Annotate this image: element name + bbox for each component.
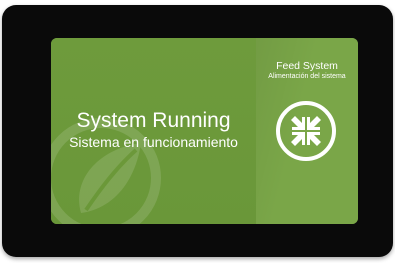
collapse-arrows-icon xyxy=(276,101,336,161)
hmi-screen: System Running Sistema en funcionamiento… xyxy=(51,38,358,224)
feed-system-subtitle: Alimentación del sistema xyxy=(268,73,346,80)
status-title: System Running xyxy=(76,109,231,132)
status-panel: System Running Sistema en funcionamiento xyxy=(51,38,256,224)
feed-system-title: Feed System xyxy=(276,60,338,72)
feed-system-button[interactable]: Feed System Alimentación del sistema xyxy=(256,38,358,224)
status-subtitle: Sistema en funcionamiento xyxy=(69,134,238,150)
